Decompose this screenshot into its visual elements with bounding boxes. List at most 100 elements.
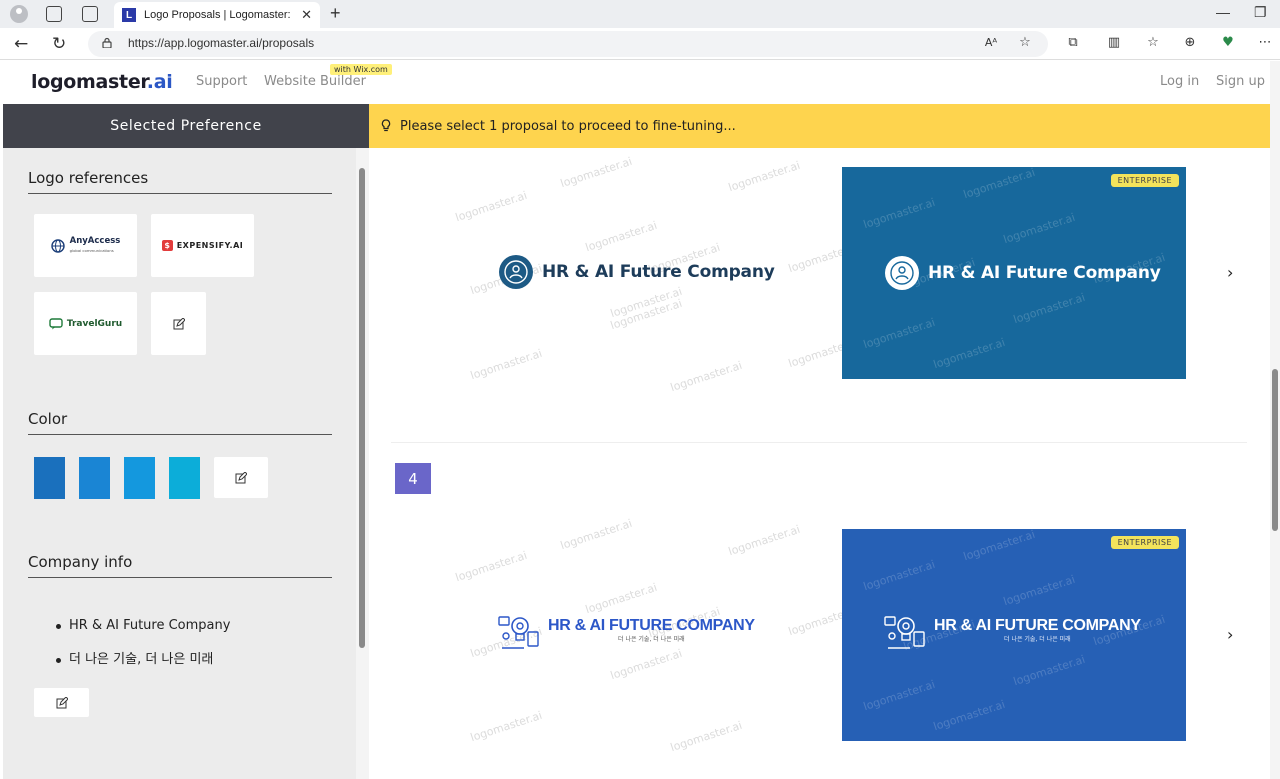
people-icon [885, 256, 919, 290]
watermark-text: logomaster.ai [583, 218, 659, 255]
pencil-icon [56, 696, 68, 708]
divider [28, 434, 332, 435]
page-scroll-thumb[interactable] [1272, 369, 1278, 531]
logo-references-title: Logo references [28, 169, 149, 187]
split-screen-icon[interactable]: ▥ [1107, 36, 1121, 50]
login-link[interactable]: Log in [1160, 74, 1199, 89]
divider [28, 193, 332, 194]
reference-expensify[interactable]: $ EXPENSIFY.AI [151, 214, 254, 277]
signup-link[interactable]: Sign up [1216, 74, 1265, 89]
divider [391, 442, 1247, 443]
pencil-icon [235, 471, 247, 483]
proposal-tagline: 더 나은 기술, 더 나은 미래 [618, 636, 685, 643]
card-company-name: HR & AI Future Company [928, 263, 1161, 283]
browser-tab-bar: L Logo Proposals | Logomaster: Or ✕ + — … [0, 0, 1280, 28]
workspaces-icon[interactable] [46, 6, 62, 22]
star-icon[interactable]: ☆ [1018, 36, 1032, 50]
dollar-icon: $ [161, 240, 173, 251]
enterprise-badge: ENTERPRISE [1110, 174, 1179, 187]
chevron-right-icon[interactable]: › [1227, 625, 1233, 644]
color-title: Color [28, 410, 68, 428]
globe-icon [50, 238, 65, 253]
watermark-text: logomaster.ai [1001, 210, 1077, 247]
more-icon[interactable]: ⋯ [1258, 36, 1272, 50]
ref-name: TravelGuru [66, 318, 123, 329]
extensions-icon[interactable]: ⧉ [1066, 36, 1080, 50]
tab-title: Logo Proposals | Logomaster: Or [144, 9, 294, 21]
favorites-icon[interactable]: ☆ [1146, 36, 1160, 50]
heart-monitor-icon[interactable]: ♥ [1221, 36, 1235, 50]
restore-icon[interactable]: ❐ [1254, 4, 1267, 21]
proposals-area: logomaster.ai logomaster.ai logomaster.ai l… [369, 148, 1270, 779]
close-tab-icon[interactable]: ✕ [301, 8, 312, 23]
card-logo: HR & AI FUTURE COMPANY 더 나은 기술, 더 나은 미래 [884, 614, 1141, 652]
watermark-text: logomaster.ai [453, 188, 529, 225]
color-swatch-1[interactable] [34, 457, 65, 499]
back-icon[interactable]: ← [14, 34, 28, 54]
ref-name: EXPENSIFY.AI [176, 241, 244, 250]
address-bar-row: ← ↻ https://app.logomaster.ai/proposals … [0, 28, 1280, 60]
logo-text: logomaster [31, 71, 147, 93]
ref-sub: global communications [69, 247, 114, 253]
site-header: logomaster.ai Support Website Builder wi… [0, 61, 1270, 104]
sidebar-scroll-thumb[interactable] [359, 168, 365, 648]
profile-icon[interactable] [10, 5, 28, 23]
vertical-tabs-icon[interactable] [82, 6, 98, 22]
collections-icon[interactable]: ⊕ [1183, 36, 1197, 50]
watermark-text: logomaster.ai [726, 522, 802, 559]
read-aloud-icon[interactable]: Aᴬ [984, 36, 998, 50]
pencil-icon [173, 317, 185, 329]
edit-company-button[interactable] [34, 688, 89, 717]
proposal-light-logo[interactable]: HR & AI Future Company [498, 254, 775, 290]
company-info-list: HR & AI Future Company 더 나은 기술, 더 나은 미래 [53, 609, 230, 677]
new-tab-icon[interactable]: + [330, 3, 341, 24]
list-item: HR & AI Future Company [53, 609, 230, 643]
wix-badge: with Wix.com [330, 64, 392, 75]
enterprise-badge: ENTERPRISE [1110, 536, 1179, 549]
watermark-text: logomaster.ai [668, 358, 744, 395]
logo-ai-text: .ai [146, 71, 173, 93]
bulb-gear-icon [884, 616, 925, 649]
favicon-icon: L [122, 8, 136, 22]
watermark-text: logomaster.ai [1011, 652, 1087, 689]
ref-name: AnyAccess [69, 235, 121, 246]
page-scrollbar[interactable] [1270, 61, 1280, 779]
sidebar-scrollbar[interactable] [356, 148, 369, 779]
proposal-enterprise-card[interactable]: logomaster.ai logomaster.ai logomaster.ai l… [842, 167, 1186, 379]
proposal-company-name: HR & AI Future Company [542, 262, 775, 282]
watermark-text: logomaster.ai [583, 580, 659, 617]
proposal-enterprise-card[interactable]: logomaster.ai logomaster.ai logomaster.ai l… [842, 529, 1186, 741]
nav-support[interactable]: Support [196, 74, 247, 89]
color-swatch-2[interactable] [79, 457, 110, 499]
card-tagline: 더 나은 기술, 더 나은 미래 [1004, 636, 1071, 643]
watermark-text: logomaster.ai [931, 697, 1007, 734]
card-company-name: HR & AI FUTURE COMPANY [934, 617, 1141, 634]
watermark-text: logomaster.ai [558, 154, 634, 191]
proposal-company-name: HR & AI FUTURE COMPANY [548, 617, 755, 634]
watermark-text: logomaster.ai [726, 158, 802, 195]
instruction-banner: Please select 1 proposal to proceed to f… [369, 104, 1280, 148]
chat-icon [49, 317, 63, 329]
color-swatch-4[interactable] [169, 457, 200, 499]
minimize-icon[interactable]: — [1216, 4, 1230, 20]
bulb-icon [381, 119, 391, 132]
browser-tab[interactable]: L Logo Proposals | Logomaster: Or ✕ [114, 2, 320, 28]
color-swatch-3[interactable] [124, 457, 155, 499]
refresh-icon[interactable]: ↻ [52, 34, 66, 54]
chevron-right-icon[interactable]: › [1227, 263, 1233, 282]
proposal-light-logo[interactable]: HR & AI FUTURE COMPANY 더 나은 기술, 더 나은 미래 [498, 614, 755, 652]
people-icon [499, 255, 533, 289]
watermark-text: logomaster.ai [453, 548, 529, 585]
site-logo[interactable]: logomaster.ai [31, 71, 173, 93]
watermark-text: logomaster.ai [861, 195, 937, 232]
reference-travelguru[interactable]: TravelGuru [34, 292, 137, 355]
edit-colors-button[interactable] [214, 457, 268, 498]
watermark-text: logomaster.ai [1001, 572, 1077, 609]
reference-anyaccess[interactable]: AnyAccess global communications [34, 214, 137, 277]
lock-icon[interactable] [102, 37, 112, 48]
url-field[interactable]: https://app.logomaster.ai/proposals Aᴬ ☆ [88, 31, 1048, 57]
watermark-text: logomaster.ai [608, 646, 684, 683]
nav-website-builder[interactable]: Website Builder [264, 74, 366, 89]
edit-references-button[interactable] [151, 292, 206, 355]
watermark-text: logomaster.ai [961, 167, 1037, 202]
